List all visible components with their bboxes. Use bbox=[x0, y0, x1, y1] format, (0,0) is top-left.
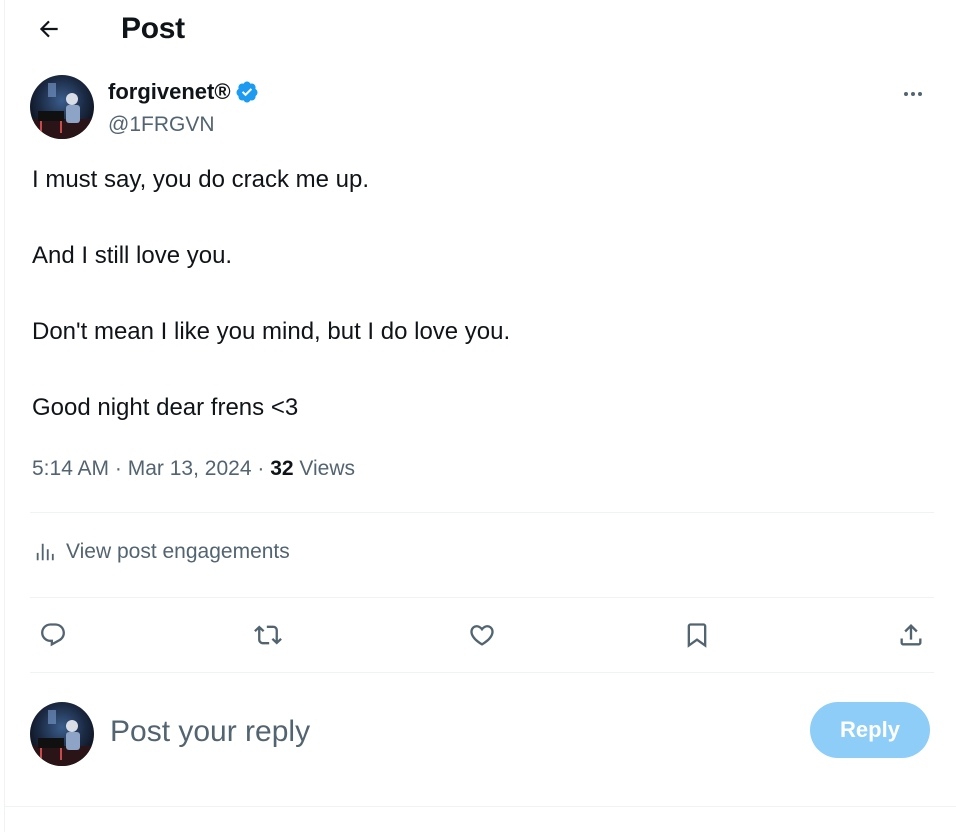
engagements-label: View post engagements bbox=[66, 540, 290, 563]
post-author: forgivenet® @1FRGVN bbox=[30, 75, 956, 139]
share-icon bbox=[900, 624, 922, 646]
share-button[interactable] bbox=[888, 612, 934, 658]
bookmark-icon bbox=[687, 623, 706, 648]
repost-button[interactable] bbox=[245, 612, 291, 658]
more-horizontal-icon bbox=[904, 92, 922, 96]
page-header: Post bbox=[4, 0, 956, 58]
post-text: I must say, you do crack me up. And I st… bbox=[32, 164, 912, 424]
page-title: Post bbox=[121, 12, 185, 45]
repost-icon bbox=[253, 625, 282, 645]
meta-separator: · bbox=[257, 457, 265, 480]
author-name-text: forgivenet® bbox=[108, 79, 231, 104]
meta-separator: · bbox=[114, 457, 122, 480]
verified-badge-icon bbox=[236, 81, 258, 103]
post-time-text: 5:14 AM bbox=[32, 457, 110, 480]
like-icon bbox=[470, 625, 494, 646]
divider bbox=[4, 806, 956, 807]
analytics-icon bbox=[36, 543, 54, 561]
like-button[interactable] bbox=[459, 612, 505, 658]
reply-avatar bbox=[30, 702, 94, 766]
divider bbox=[30, 597, 934, 598]
post-paragraph: Good night dear frens <3 bbox=[32, 394, 299, 421]
author-handle[interactable]: @1FRGVN bbox=[108, 113, 215, 137]
arrow-left-icon bbox=[39, 20, 58, 38]
back-button[interactable] bbox=[32, 12, 66, 46]
avatar[interactable] bbox=[30, 75, 94, 139]
divider bbox=[30, 512, 934, 513]
post-date: Mar 13, 2024 bbox=[127, 457, 252, 480]
divider bbox=[30, 672, 934, 673]
post-meta: 5:14 AM · Mar 13, 2024 · 32 Views bbox=[32, 457, 355, 481]
reply-icon bbox=[41, 623, 65, 647]
author-name[interactable]: forgivenet® bbox=[108, 79, 259, 105]
views-label: Views bbox=[299, 457, 356, 480]
reply-button[interactable] bbox=[30, 612, 76, 658]
post-paragraph: And I still love you. bbox=[32, 242, 233, 269]
view-engagements-link[interactable]: View post engagements bbox=[34, 540, 290, 564]
bookmark-button[interactable] bbox=[674, 612, 720, 658]
post-paragraph: I must say, you do crack me up. bbox=[32, 166, 370, 193]
views-count: 32 bbox=[270, 457, 294, 480]
post-paragraph: Don't mean I like you mind, but I do lov… bbox=[32, 318, 511, 345]
reply-submit-button[interactable]: Reply bbox=[810, 702, 930, 758]
reply-input[interactable] bbox=[110, 710, 710, 754]
action-bar bbox=[30, 612, 934, 658]
post-time[interactable]: 5:14 AM · Mar 13, 2024 bbox=[32, 457, 252, 480]
more-button[interactable] bbox=[898, 79, 928, 109]
